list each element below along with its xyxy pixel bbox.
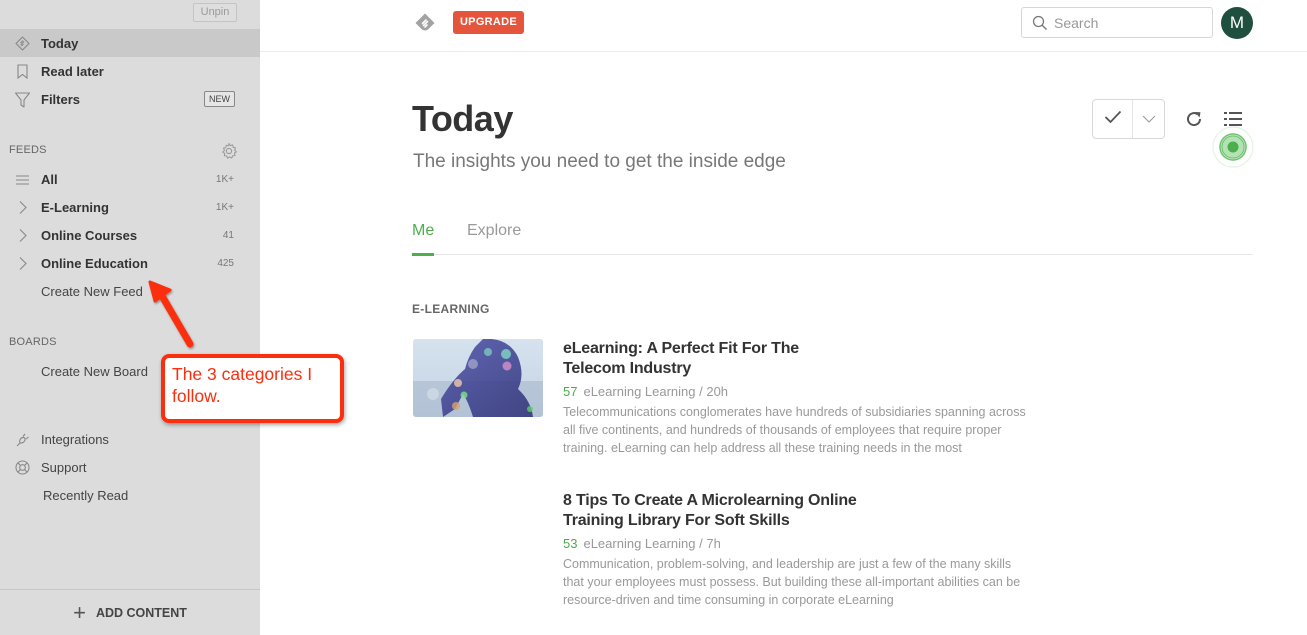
status-indicator-icon[interactable] [1212,126,1254,168]
article-item[interactable]: 8 Tips To Create A Microlearning Online … [563,491,1033,609]
sidebar-item-label: Support [41,459,87,475]
mark-as-read-button[interactable] [1093,100,1133,138]
unread-count: 41 [222,229,234,241]
top-bar: UPGRADE M [260,0,1307,52]
chevron-down-icon [1142,110,1156,128]
sidebar-item-read-later[interactable]: Read later [0,57,260,85]
feedly-app: Unpin Today Read later Filters NEW FEEDS [0,0,1307,635]
list-icon [14,171,31,188]
search-icon [1032,15,1048,31]
add-content-button[interactable]: + ADD CONTENT [0,589,260,635]
sidebar-item-label: Filters [41,91,81,107]
feed-item-e-learning[interactable]: E-Learning 1K+ [0,193,260,221]
article-summary: Communication, problem-solving, and lead… [563,557,1021,607]
article-source[interactable]: eLearning Learning / 7h [583,536,720,551]
gear-icon[interactable] [220,142,238,160]
create-new-board-label: Create New Board [41,363,148,379]
add-content-label: ADD CONTENT [95,605,187,620]
lifebuoy-icon [14,459,31,476]
unread-count: 425 [217,257,234,269]
bookmark-icon [14,63,31,80]
unread-count: 1K+ [215,201,234,213]
feed-label: Online Courses [41,227,138,243]
chevron-right-icon[interactable] [14,227,31,244]
article-thumbnail[interactable] [413,339,543,417]
chevron-right-icon[interactable] [14,255,31,272]
user-avatar[interactable]: M [1221,7,1253,39]
sidebar: Unpin Today Read later Filters NEW FEEDS [0,0,260,635]
tab-bar: Me Explore [412,222,1253,256]
engagement-count: 53 [563,536,578,551]
article-title[interactable]: eLearning: A Perfect Fit For The Telecom… [563,339,863,379]
article-meta: 57 eLearning Learning / 20h [563,384,1033,399]
upgrade-button[interactable]: UPGRADE [453,11,524,34]
filter-icon [14,91,31,108]
create-new-feed-link[interactable]: Create New Feed [0,277,260,305]
refresh-icon[interactable] [1184,109,1204,129]
engagement-count: 57 [563,384,578,399]
mark-as-read-group [1092,99,1165,139]
feed-item-online-courses[interactable]: Online Courses 41 [0,221,260,249]
sidebar-item-support[interactable]: Support [0,453,260,481]
sidebar-item-label: Today [41,35,79,51]
category-header: E-LEARNING [412,302,490,316]
sidebar-item-recently-read[interactable]: Recently Read [0,481,260,509]
tab-me[interactable]: Me [412,222,435,256]
page-subtitle: The insights you need to get the inside … [413,151,786,172]
feed-item-online-education[interactable]: Online Education 425 [0,249,260,277]
annotation-arrow [148,280,194,348]
page-title: Today [412,98,513,139]
sidebar-item-label: Integrations [41,431,109,447]
sidebar-item-filters[interactable]: Filters NEW [0,85,260,113]
sidebar-item-today[interactable]: Today [0,29,260,57]
feed-label: All [41,171,58,187]
tab-explore[interactable]: Explore [467,222,521,255]
unpin-button[interactable]: Unpin [193,3,237,22]
feed-item-all[interactable]: All 1K+ [0,165,260,193]
article-item[interactable]: eLearning: A Perfect Fit For The Telecom… [563,339,1033,457]
unread-count: 1K+ [215,173,234,185]
article-meta: 53 eLearning Learning / 7h [563,536,1033,551]
sidebar-item-integrations[interactable]: Integrations [0,425,260,453]
search-input[interactable] [1054,14,1204,31]
article-title[interactable]: 8 Tips To Create A Microlearning Online … [563,491,863,531]
feed-label: E-Learning [41,199,109,215]
sidebar-item-label: Recently Read [43,487,129,503]
plug-icon [14,431,31,448]
sidebar-item-label: Read later [41,63,104,79]
article-summary: Telecommunications conglomerates have hu… [563,405,1026,455]
feed-label: Online Education [41,255,148,271]
feedly-diamond-icon [14,35,31,52]
feedly-logo-icon[interactable] [414,12,436,34]
plus-icon: + [73,599,86,625]
feeds-header: FEEDS [9,144,47,156]
boards-header: BOARDS [9,336,57,348]
chevron-right-icon[interactable] [14,199,31,216]
search-box[interactable] [1021,7,1213,38]
article-source[interactable]: eLearning Learning / 20h [583,384,728,399]
checkmark-icon [1104,110,1122,129]
mark-as-read-dropdown[interactable] [1133,100,1164,138]
annotation-callout: The 3 categories I follow. [161,354,344,423]
create-new-feed-label: Create New Feed [41,283,143,299]
new-badge: NEW [204,91,235,107]
